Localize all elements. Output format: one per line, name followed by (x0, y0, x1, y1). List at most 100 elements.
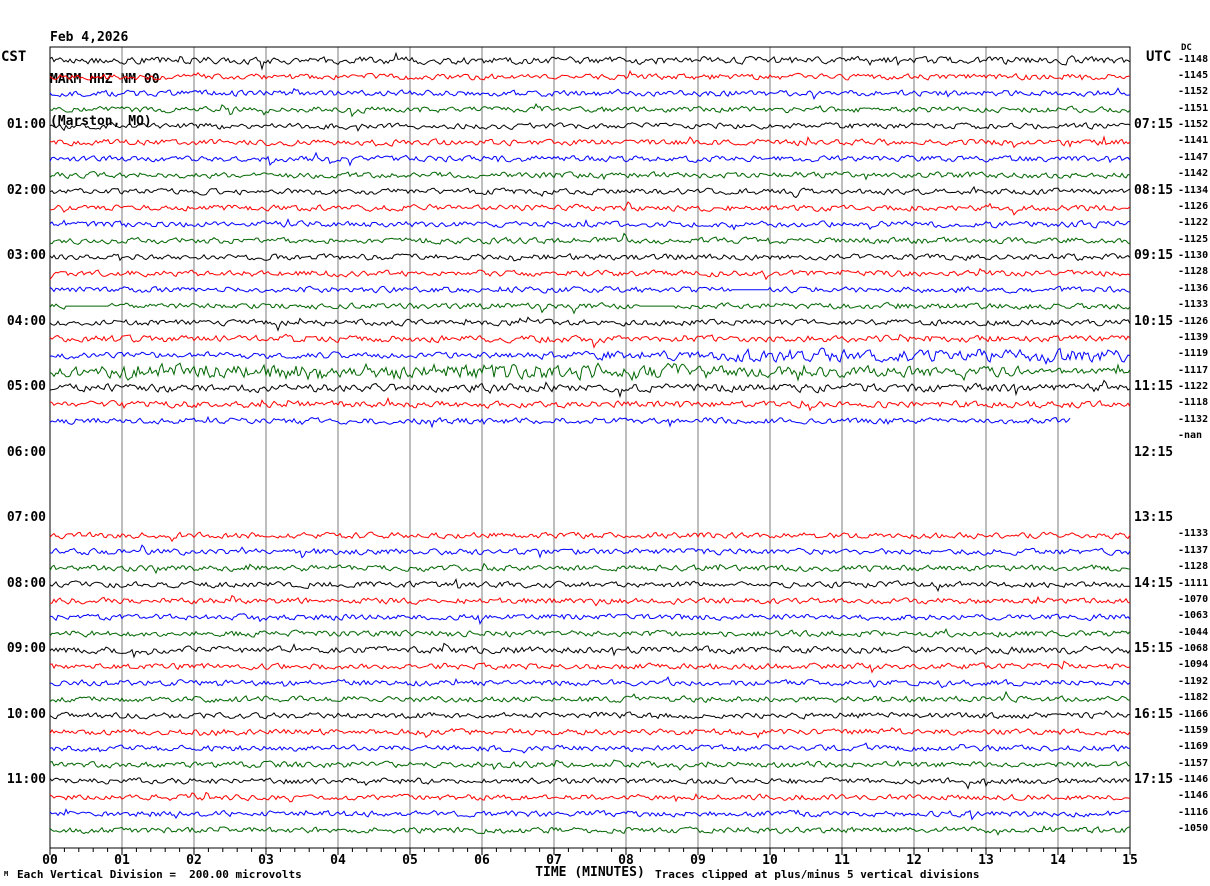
hour-label-utc: 13:15 (1134, 510, 1174, 525)
hour-label-cst: 02:00 (6, 182, 46, 198)
dc-offset-value: -1118 (1178, 397, 1209, 409)
trace-row (50, 201, 1131, 216)
trace-row (49, 791, 1131, 803)
dc-offset-value: -1130 (1178, 250, 1209, 261)
plot-border (49, 46, 1131, 849)
dc-offset-value: -1128 (1178, 266, 1209, 278)
x-tick-label: 14 (1050, 853, 1066, 868)
trace-row (49, 577, 1131, 593)
trace-row (49, 362, 1131, 382)
dc-offset-value: -1136 (1178, 282, 1209, 294)
dc-offset-value: -1070 (1178, 593, 1209, 605)
dc-offset-value: -1094 (1178, 659, 1209, 671)
vertical-division-note: Each Vertical Division = 200.00 microvol… (17, 868, 302, 881)
trace-row (49, 759, 1131, 771)
trace-row (49, 122, 1131, 132)
dc-offset-value: -1068 (1178, 643, 1209, 654)
dc-offset-value: -1044 (1178, 626, 1209, 638)
trace-row (49, 232, 1131, 245)
dc-offset-value: -1119 (1178, 348, 1209, 360)
x-tick-label: 01 (114, 853, 130, 868)
dc-offset-value: -1142 (1178, 168, 1209, 180)
trace-row (49, 642, 1131, 659)
dc-offset-value: -1122 (1178, 381, 1209, 392)
trace-row (50, 613, 1131, 625)
dc-offset-value: -1151 (1178, 102, 1209, 114)
x-tick-label: 15 (1122, 853, 1138, 868)
trace-row (49, 544, 1131, 559)
dc-offset-value: -1182 (1178, 692, 1209, 704)
dc-offset-value: -1063 (1178, 610, 1209, 622)
dc-offset-value: -1132 (1178, 413, 1209, 425)
hour-label-cst: 03:00 (6, 248, 46, 263)
hour-label-cst: 11:00 (6, 772, 46, 787)
trace-row (49, 333, 1131, 349)
trace-row (49, 627, 1131, 638)
hour-label-cst: 08:00 (6, 575, 46, 591)
trace-row (49, 690, 1131, 704)
x-tick-label: 04 (330, 853, 346, 868)
dc-offset-value: -1147 (1178, 151, 1209, 163)
corner-mark: M (4, 870, 9, 878)
trace-row (49, 396, 1131, 412)
hour-label-cst: 07:00 (6, 510, 46, 525)
hour-label-utc: 17:15 (1134, 772, 1174, 787)
dc-offset-value: -nan (1178, 430, 1203, 442)
trace-row (49, 562, 1131, 575)
trace-row (49, 285, 1131, 294)
dc-offset-value: -1050 (1178, 823, 1209, 835)
trace-row (49, 170, 1131, 181)
dc-offset-value: -1152 (1178, 119, 1209, 130)
x-tick-label: 00 (42, 853, 58, 868)
dc-offset-value: -1122 (1178, 217, 1209, 229)
trace-row (49, 594, 1131, 607)
hour-label-utc: 08:15 (1134, 182, 1174, 198)
dc-offset-value: -1152 (1178, 86, 1209, 98)
dc-offset-value: -1134 (1178, 184, 1209, 196)
trace-row (49, 379, 1131, 399)
dc-offset-value: -1139 (1178, 331, 1209, 343)
dc-offset-value: -1146 (1178, 774, 1209, 785)
x-tick-label: 11 (834, 853, 850, 868)
hour-label-cst: 01:00 (6, 117, 46, 132)
dc-offset-value: -1125 (1178, 233, 1209, 245)
dc-offset-value: -1111 (1178, 577, 1209, 589)
seismogram-plot (49, 46, 1131, 855)
dc-offset-value: -1126 (1178, 200, 1209, 212)
trace-row (49, 301, 1131, 315)
trace-row (49, 316, 1131, 332)
dc-offset-value: -1148 (1178, 53, 1209, 65)
trace-row (49, 347, 1131, 365)
hour-label-utc: 15:15 (1134, 641, 1174, 656)
dc-offset-value: -1157 (1178, 757, 1209, 769)
clipping-note: Traces clipped at plus/minus 5 vertical … (655, 868, 980, 881)
hour-label-cst: 09:00 (6, 641, 46, 656)
hour-label-utc: 12:15 (1134, 444, 1174, 460)
trace-row (49, 267, 1131, 281)
dc-offset-value: -1117 (1178, 364, 1209, 376)
hour-label-cst: 10:00 (6, 706, 46, 722)
trace-row (49, 151, 1131, 167)
heliplot-page: Feb 4,2026 MARM HHZ NM 00 (Marston, MO) … (0, 0, 1210, 886)
dc-offset-value: -1116 (1178, 806, 1209, 818)
trace-row (49, 103, 1131, 118)
trace-row (49, 185, 1131, 199)
dc-offset-value: -1126 (1178, 315, 1209, 327)
dc-offset-value: -1159 (1178, 724, 1209, 736)
trace-row (49, 660, 1131, 674)
hour-label-cst: 05:00 (6, 379, 46, 394)
trace-row (49, 808, 1131, 821)
dc-offset-value: -1145 (1178, 69, 1209, 81)
x-tick-label: 12 (906, 853, 922, 868)
trace-row (49, 253, 1131, 262)
dc-offset-value: -1146 (1178, 790, 1209, 802)
dc-offset-value: -1141 (1178, 135, 1209, 147)
x-tick-label: 02 (186, 853, 202, 868)
trace-row (49, 218, 1131, 231)
dc-offset-value: -1166 (1178, 708, 1209, 720)
dc-offset-value: -1133 (1178, 528, 1209, 540)
dc-offset-value: -1128 (1178, 561, 1209, 573)
trace-row (49, 69, 1131, 81)
hour-label-cst: 04:00 (6, 313, 46, 329)
trace-row (49, 135, 1131, 149)
